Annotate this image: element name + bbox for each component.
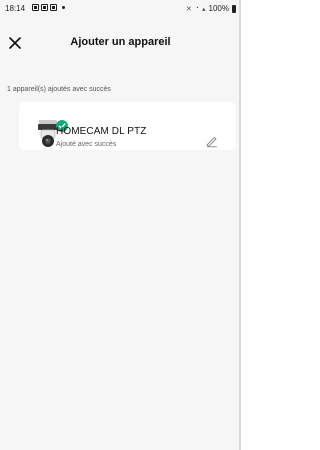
app-header: Ajouter un appareil (0, 28, 241, 56)
page-title: Ajouter un appareil (70, 36, 171, 48)
added-count-label: 1 appareil(s) ajoutés avec succès (7, 86, 111, 93)
edit-icon (206, 136, 217, 148)
device-status: Ajouté avec succès (56, 141, 117, 148)
battery-icon (232, 4, 236, 13)
battery-percent: 100% (208, 4, 229, 13)
edit-device-button[interactable] (205, 134, 219, 148)
calendar-notification-icon (32, 4, 39, 11)
signal-icon: ▴ (202, 5, 206, 13)
add-device-screen: 18:14 ✕ ◔ ▴ 100% Ajouter un appareil 1 a… (0, 0, 241, 450)
status-time: 18:14 (5, 4, 26, 13)
wifi-icon: ◔ (194, 5, 200, 12)
more-notifications-icon (62, 6, 65, 9)
app-notification-icon-2 (50, 4, 57, 11)
notification-icons (32, 4, 65, 11)
device-name: HOMECAM DL PTZ (56, 126, 147, 137)
status-bar: 18:14 ✕ ◔ ▴ 100% (0, 0, 241, 18)
system-icons: ✕ ◔ ▴ 100% (186, 4, 236, 13)
mute-icon: ✕ (185, 5, 192, 13)
app-notification-icon (41, 4, 48, 11)
